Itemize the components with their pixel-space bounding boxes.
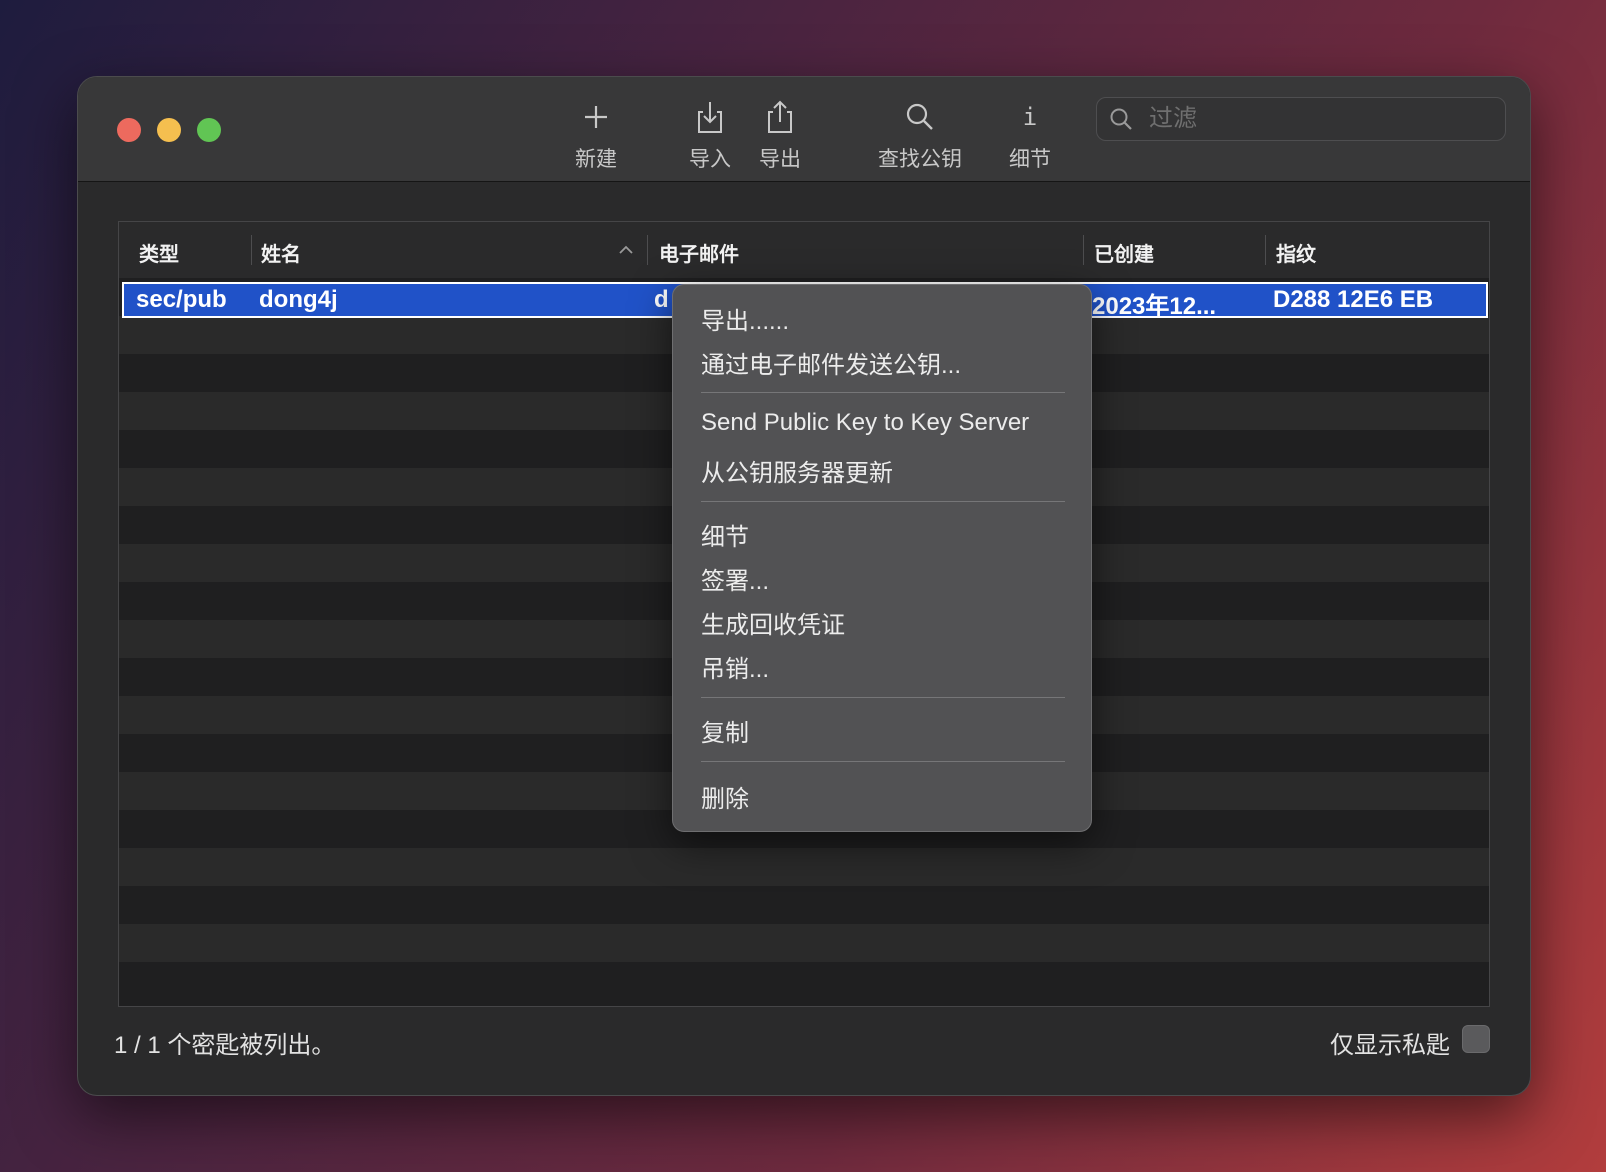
column-header-fingerprint[interactable]: 指纹 — [1276, 238, 1316, 267]
column-divider[interactable] — [1083, 235, 1084, 265]
row-email: d — [654, 286, 669, 313]
column-divider[interactable] — [251, 235, 252, 265]
share-icon — [756, 97, 804, 137]
private-only-checkbox[interactable] — [1462, 1025, 1490, 1053]
magnifier-icon — [876, 97, 964, 137]
sort-ascending-icon[interactable] — [619, 242, 633, 260]
details-button[interactable]: i 细节 — [1006, 97, 1054, 173]
menu-item-sign[interactable]: 签署... — [701, 561, 769, 596]
menu-separator — [701, 392, 1065, 393]
column-header-type[interactable]: 类型 — [139, 238, 179, 267]
menu-item-revoke[interactable]: 吊销... — [701, 649, 769, 684]
context-menu: 导出...... 通过电子邮件发送公钥... Send Public Key t… — [672, 284, 1092, 832]
lookup-key-label: 查找公钥 — [878, 148, 962, 171]
table-header: 类型 姓名 电子邮件 已创建 指纹 — [119, 222, 1489, 278]
key-count-status: 1 / 1 个密匙被列出。 — [114, 1032, 336, 1059]
new-key-label: 新建 — [575, 148, 617, 171]
menu-separator — [701, 761, 1065, 762]
toolbar: 新建 导入 导出 查找公钥 i 细节 — [78, 77, 1530, 182]
export-label: 导出 — [759, 148, 801, 171]
column-header-name[interactable]: 姓名 — [261, 238, 301, 267]
import-button[interactable]: 导入 — [686, 97, 734, 173]
lookup-key-button[interactable]: 查找公钥 — [876, 97, 964, 173]
menu-item-generate-revocation-cert[interactable]: 生成回收凭证 — [701, 605, 845, 640]
menu-item-send-to-key-server[interactable]: Send Public Key to Key Server — [701, 409, 1029, 437]
menu-item-update-from-key-server[interactable]: 从公钥服务器更新 — [701, 453, 893, 488]
details-label: 细节 — [1009, 148, 1051, 171]
filter-search-field[interactable] — [1096, 97, 1506, 141]
menu-separator — [701, 697, 1065, 698]
menu-item-details[interactable]: 细节 — [701, 517, 749, 552]
import-icon — [686, 97, 734, 137]
import-label: 导入 — [689, 148, 731, 171]
row-type: sec/pub — [136, 286, 227, 313]
filter-input[interactable] — [1147, 102, 1491, 136]
column-header-created[interactable]: 已创建 — [1094, 238, 1154, 267]
close-window-button[interactable] — [117, 118, 141, 142]
private-only-label: 仅显示私匙 — [1330, 1032, 1450, 1059]
column-divider[interactable] — [647, 235, 648, 265]
row-fingerprint: D288 12E6 EB — [1273, 286, 1434, 313]
info-icon: i — [1022, 103, 1038, 131]
row-created: 2023年12... — [1092, 293, 1217, 320]
menu-item-email-public-key[interactable]: 通过电子邮件发送公钥... — [701, 345, 961, 380]
menu-item-export[interactable]: 导出...... — [701, 301, 789, 336]
menu-item-copy[interactable]: 复制 — [701, 713, 749, 748]
column-header-email[interactable]: 电子邮件 — [659, 238, 739, 267]
minimize-window-button[interactable] — [157, 118, 181, 142]
menu-item-delete[interactable]: 删除 — [701, 779, 749, 814]
export-button[interactable]: 导出 — [756, 97, 804, 173]
zoom-window-button[interactable] — [197, 118, 221, 142]
new-key-button[interactable]: 新建 — [568, 97, 624, 173]
search-icon — [1109, 107, 1133, 136]
menu-separator — [701, 501, 1065, 502]
row-name: dong4j — [259, 286, 338, 313]
plus-icon — [568, 97, 624, 137]
column-divider[interactable] — [1265, 235, 1266, 265]
